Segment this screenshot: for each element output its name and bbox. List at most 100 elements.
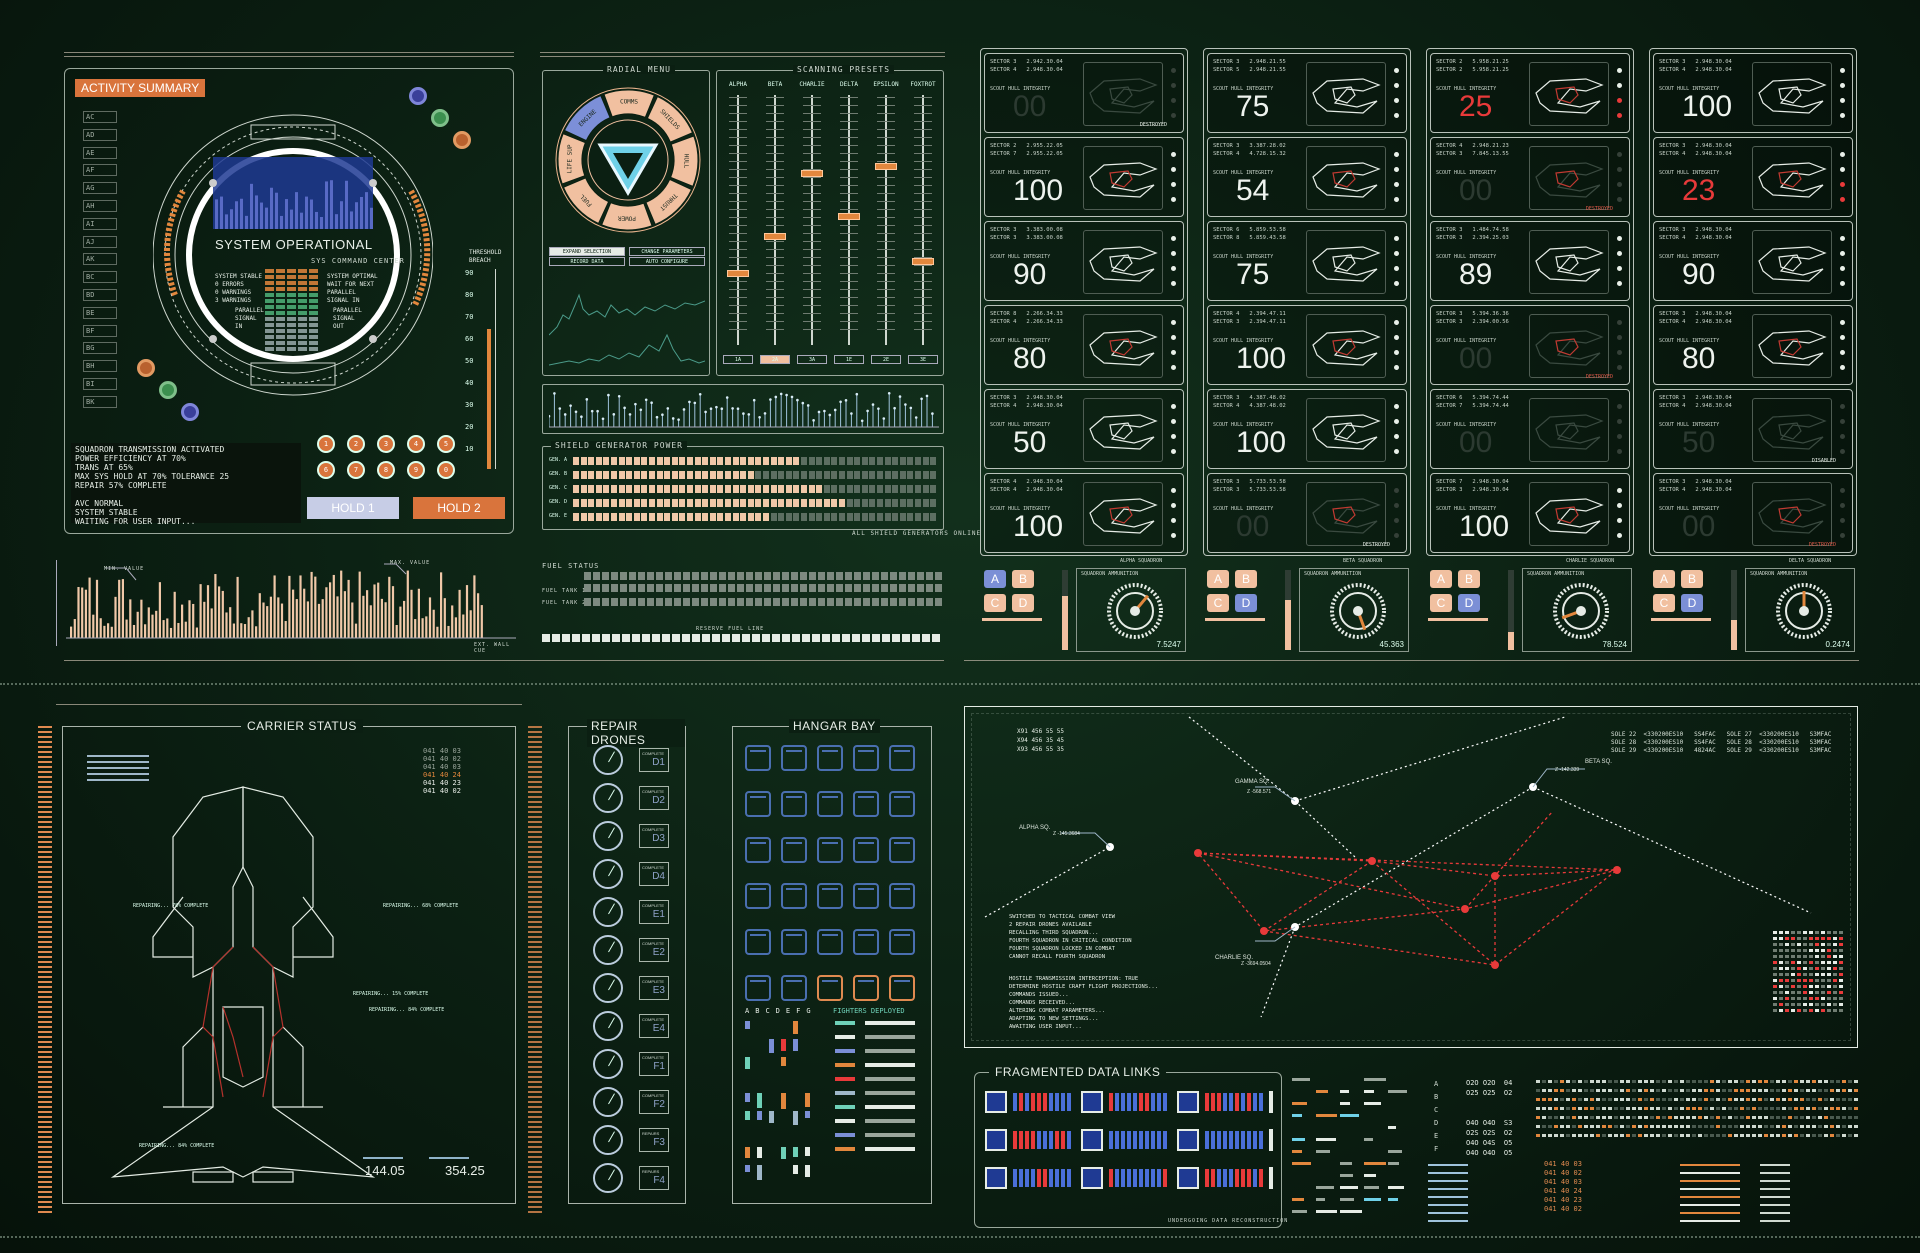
scout-card[interactable]: SECTOR 3 4.387.48.02 SECTOR 4 4.387.48.0… bbox=[1207, 389, 1407, 469]
scout-card[interactable]: SECTOR 6 5.859.53.58 SECTOR 8 5.859.43.5… bbox=[1207, 221, 1407, 301]
preset-button[interactable]: 2E bbox=[871, 355, 901, 364]
radial-button[interactable]: EXPAND SELECTION bbox=[549, 247, 625, 256]
keypad-button-2[interactable]: 2 bbox=[347, 435, 365, 453]
drone-gauge[interactable] bbox=[593, 821, 623, 851]
slider-knob[interactable] bbox=[875, 162, 897, 170]
keypad-button-1[interactable]: 1 bbox=[317, 435, 335, 453]
scout-card[interactable]: SECTOR 2 5.958.21.25 SECTOR 2 5.958.21.2… bbox=[1430, 53, 1630, 133]
hangar-slot[interactable] bbox=[817, 837, 843, 863]
radial-button[interactable]: AUTO CONFIGURE bbox=[629, 257, 705, 266]
squadron-button-c[interactable]: C bbox=[984, 594, 1006, 612]
hold-1-button[interactable]: HOLD 1 bbox=[307, 497, 399, 519]
sidebar-code[interactable]: AH bbox=[83, 200, 117, 212]
keypad-button-8[interactable]: 8 bbox=[377, 461, 395, 479]
hangar-slot[interactable] bbox=[745, 837, 771, 863]
hangar-slot[interactable] bbox=[853, 791, 879, 817]
preset-button[interactable]: 2A bbox=[760, 355, 790, 364]
scout-card[interactable]: SECTOR 6 5.394.74.44 SECTOR 7 5.394.74.4… bbox=[1430, 389, 1630, 469]
scout-card[interactable]: SECTOR 3 2.948.30.04 SECTOR 4 2.948.30.0… bbox=[1653, 53, 1853, 133]
drone-gauge[interactable] bbox=[593, 783, 623, 813]
hangar-slot[interactable] bbox=[745, 975, 771, 1001]
squadron-button-a[interactable]: A bbox=[1430, 570, 1452, 588]
slider-knob[interactable] bbox=[727, 270, 749, 277]
drone-gauge[interactable] bbox=[593, 1011, 623, 1041]
scout-card[interactable]: SECTOR 3 2.948.30.04 SECTOR 4 2.948.30.0… bbox=[984, 389, 1184, 469]
sidebar-code[interactable]: AJ bbox=[83, 235, 117, 248]
preset-button[interactable]: 3E bbox=[908, 355, 938, 364]
sidebar-code[interactable]: BC bbox=[83, 271, 117, 284]
scout-card[interactable]: SECTOR 3 3.383.00.08 SECTOR 3 3.383.00.0… bbox=[984, 221, 1184, 301]
scout-card[interactable]: SECTOR 8 2.266.34.33 SECTOR 4 2.266.34.3… bbox=[984, 305, 1184, 385]
keypad-button-6[interactable]: 6 bbox=[317, 461, 335, 479]
sidebar-code[interactable]: AC bbox=[83, 111, 117, 123]
hangar-slot[interactable] bbox=[817, 929, 843, 955]
squadron-button-a[interactable]: A bbox=[1207, 570, 1229, 588]
sidebar-code[interactable]: BH bbox=[83, 360, 117, 373]
hangar-slot[interactable] bbox=[853, 975, 879, 1001]
squadron-button-b[interactable]: B bbox=[1681, 570, 1703, 588]
hangar-slot[interactable] bbox=[781, 883, 807, 909]
squadron-button-a[interactable]: A bbox=[984, 570, 1006, 588]
sidebar-code[interactable]: AI bbox=[83, 217, 117, 230]
sidebar-code[interactable]: AD bbox=[83, 128, 117, 141]
preset-button[interactable]: 1A bbox=[723, 355, 753, 364]
sidebar-code[interactable]: BD bbox=[83, 289, 117, 301]
puck-icon[interactable] bbox=[409, 87, 427, 105]
squadron-button-d[interactable]: D bbox=[1235, 594, 1257, 612]
hangar-slot[interactable] bbox=[745, 883, 771, 909]
squadron-button-c[interactable]: C bbox=[1653, 594, 1675, 612]
drone-gauge[interactable] bbox=[593, 935, 623, 965]
slider-knob[interactable] bbox=[838, 212, 860, 220]
hangar-slot[interactable] bbox=[853, 883, 879, 909]
scout-card[interactable]: SECTOR 3 2.948.30.04 SECTOR 4 2.948.30.0… bbox=[1653, 137, 1853, 217]
squadron-button-d[interactable]: D bbox=[1012, 594, 1034, 612]
puck-icon[interactable] bbox=[453, 131, 471, 149]
drone-gauge[interactable] bbox=[593, 1087, 623, 1117]
hangar-slot[interactable] bbox=[853, 745, 879, 771]
hangar-slot[interactable] bbox=[889, 883, 915, 909]
puck-icon[interactable] bbox=[159, 381, 177, 399]
keypad-button-0[interactable]: 0 bbox=[437, 461, 455, 479]
drone-gauge[interactable] bbox=[593, 859, 623, 889]
scout-card[interactable]: SECTOR 3 2.948.30.04 SECTOR 4 2.948.30.0… bbox=[1653, 305, 1853, 385]
hangar-slot[interactable] bbox=[745, 791, 771, 817]
drone-gauge[interactable] bbox=[593, 1049, 623, 1079]
sidebar-code[interactable]: BG bbox=[83, 342, 117, 355]
sidebar-code[interactable]: BE bbox=[83, 306, 117, 319]
scout-card[interactable]: SECTOR 4 2.394.47.11 SECTOR 3 2.394.47.1… bbox=[1207, 305, 1407, 385]
hold-2-button[interactable]: HOLD 2 bbox=[413, 497, 505, 519]
sidebar-code[interactable]: AG bbox=[83, 182, 117, 195]
hangar-slot[interactable] bbox=[853, 929, 879, 955]
drone-gauge[interactable] bbox=[593, 897, 623, 927]
drone-gauge[interactable] bbox=[593, 745, 623, 775]
radial-menu[interactable]: COMMSSHIELDSHULLTHRUSTPOWERFUELLIFE SUPE… bbox=[553, 85, 703, 235]
hangar-slot[interactable] bbox=[889, 929, 915, 955]
sidebar-code[interactable]: BF bbox=[83, 324, 117, 337]
scout-card[interactable]: SECTOR 7 2.948.30.04 SECTOR 3 2.948.30.0… bbox=[1430, 473, 1630, 553]
hangar-slot[interactable] bbox=[817, 791, 843, 817]
slider-knob[interactable] bbox=[801, 170, 823, 177]
hangar-slot[interactable] bbox=[781, 745, 807, 771]
hangar-slot[interactable] bbox=[889, 745, 915, 771]
hangar-slot[interactable] bbox=[781, 837, 807, 863]
hangar-slot[interactable] bbox=[745, 929, 771, 955]
hangar-slot[interactable] bbox=[817, 745, 843, 771]
hangar-slot[interactable] bbox=[781, 975, 807, 1001]
squadron-button-c[interactable]: C bbox=[1207, 594, 1229, 612]
keypad-button-9[interactable]: 9 bbox=[407, 461, 425, 479]
squadron-button-d[interactable]: D bbox=[1458, 594, 1480, 612]
drone-gauge[interactable] bbox=[593, 1163, 623, 1193]
scout-card[interactable]: SECTOR 3 2.948.30.04 SECTOR 4 2.948.30.0… bbox=[1653, 389, 1853, 469]
hangar-slot[interactable] bbox=[781, 929, 807, 955]
hangar-slot[interactable] bbox=[817, 975, 843, 1001]
scout-card[interactable]: SECTOR 3 2.948.21.55 SECTOR 5 2.948.21.5… bbox=[1207, 53, 1407, 133]
sidebar-code[interactable]: BI bbox=[83, 378, 117, 390]
slider-knob[interactable] bbox=[764, 232, 786, 240]
hangar-slot[interactable] bbox=[889, 975, 915, 1001]
hangar-slot[interactable] bbox=[817, 883, 843, 909]
hangar-slot[interactable] bbox=[745, 745, 771, 771]
sidebar-code[interactable]: AE bbox=[83, 146, 117, 159]
squadron-button-a[interactable]: A bbox=[1653, 570, 1675, 588]
scout-card[interactable]: SECTOR 4 2.948.30.04 SECTOR 4 2.948.30.0… bbox=[984, 473, 1184, 553]
puck-icon[interactable] bbox=[137, 359, 155, 377]
